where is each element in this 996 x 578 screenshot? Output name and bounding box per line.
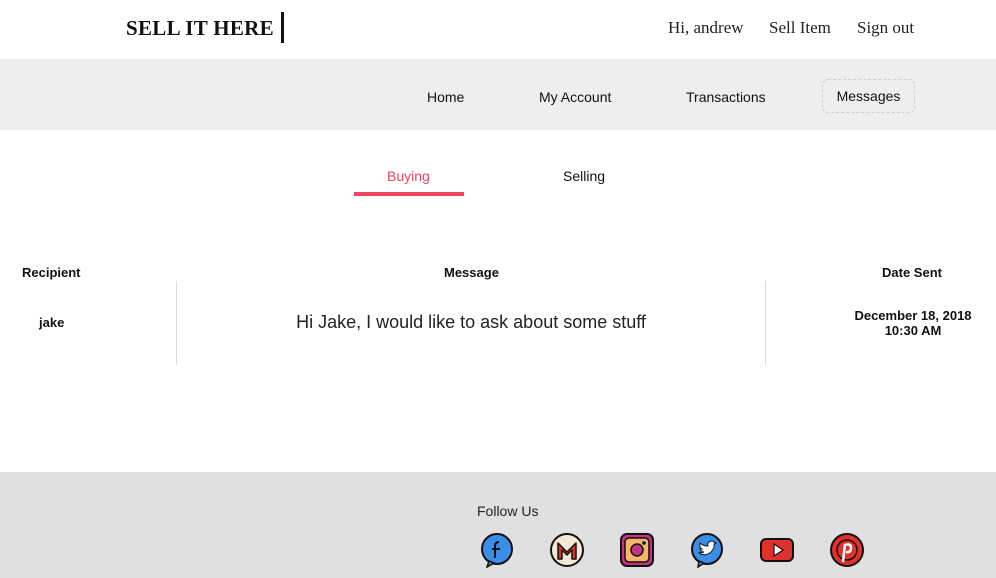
nav-messages[interactable]: Messages — [822, 79, 915, 113]
site-logo[interactable]: SELL IT HERE — [126, 16, 274, 41]
nav-my-account[interactable]: My Account — [539, 89, 611, 105]
logo-divider — [281, 12, 284, 43]
follow-us-label: Follow Us — [477, 503, 539, 519]
column-header-recipient: Recipient — [22, 265, 81, 280]
youtube-icon[interactable] — [759, 532, 795, 568]
column-header-date-sent: Date Sent — [882, 265, 942, 280]
active-tab-indicator — [354, 192, 464, 196]
nav-home[interactable]: Home — [427, 89, 464, 105]
footer: Follow Us — [0, 472, 996, 578]
top-header: SELL IT HERE Hi, andrew Sell Item Sign o… — [0, 0, 996, 59]
tab-buying[interactable]: Buying — [387, 168, 430, 184]
date-sent-date: December 18, 2018 — [854, 308, 972, 323]
cell-message: Hi Jake, I would like to ask about some … — [296, 312, 646, 332]
tab-selling[interactable]: Selling — [563, 168, 605, 184]
cell-date-sent: December 18, 2018 10:30 AM — [840, 308, 986, 338]
pinterest-icon[interactable] — [829, 532, 865, 568]
column-divider — [765, 281, 766, 365]
twitter-icon[interactable] — [689, 532, 725, 568]
nav-transactions[interactable]: Transactions — [686, 89, 766, 105]
cell-recipient: jake — [39, 315, 65, 330]
sign-out-link[interactable]: Sign out — [857, 18, 914, 38]
greeting-link[interactable]: Hi, andrew — [668, 18, 744, 38]
instagram-icon[interactable] — [619, 532, 655, 568]
main-nav: Home My Account Transactions Messages — [0, 59, 996, 130]
facebook-icon[interactable] — [479, 532, 515, 568]
date-sent-time: 10:30 AM — [884, 323, 942, 338]
gmail-icon[interactable] — [549, 532, 585, 568]
column-header-message: Message — [444, 265, 499, 280]
sell-item-link[interactable]: Sell Item — [769, 18, 831, 38]
